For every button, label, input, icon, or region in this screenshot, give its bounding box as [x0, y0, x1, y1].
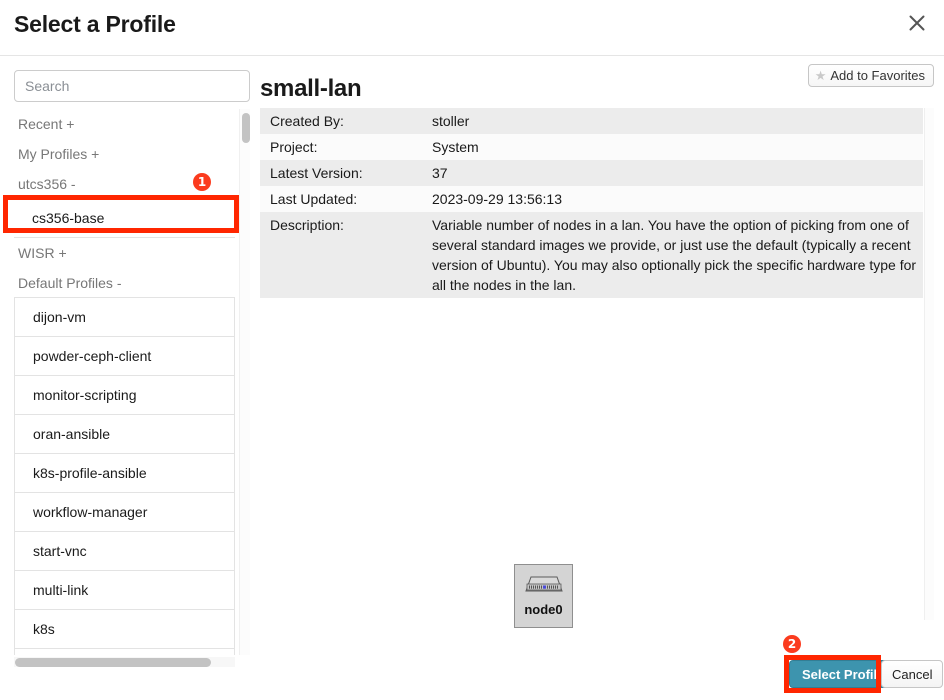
sidebar-horizontal-scroll-thumb[interactable]	[15, 658, 211, 667]
detail-key: Project:	[260, 134, 432, 160]
detail-key: Description:	[260, 212, 432, 298]
sidebar-item-start-vnc[interactable]: start-vnc	[14, 532, 235, 571]
sidebar-group-recent[interactable]: Recent +	[14, 109, 235, 139]
sidebar-item-workflow-manager[interactable]: workflow-manager	[14, 493, 235, 532]
sidebar-item-k8s-profile-ansible[interactable]: k8s-profile-ansible	[14, 454, 235, 493]
sidebar-group-label: My Profiles +	[18, 146, 100, 162]
table-row: Description: Variable number of nodes in…	[260, 212, 923, 298]
server-node-icon	[523, 565, 565, 597]
close-icon	[908, 14, 926, 32]
add-to-favorites-label: Add to Favorites	[830, 68, 925, 83]
profile-item-label: multi-link	[33, 582, 89, 598]
add-to-favorites-button[interactable]: ★ Add to Favorites	[807, 64, 934, 87]
profile-item-label: cs356-base	[32, 210, 105, 226]
profile-item-label: workflow-manager	[33, 504, 148, 520]
sidebar-group-label: WISR +	[18, 245, 67, 261]
sidebar-item-dijon-vm[interactable]: dijon-vm	[14, 298, 235, 337]
profile-detail-pane: ★ Add to Favorites small-lan Created By:…	[258, 62, 934, 622]
detail-value: System	[432, 134, 923, 160]
sidebar-group-label: Default Profiles -	[18, 275, 122, 291]
topology-node-label: node0	[524, 602, 563, 617]
table-row: Latest Version: 37	[260, 160, 923, 186]
detail-value: Variable number of nodes in a lan. You h…	[432, 212, 923, 298]
annotation-badge-1: 1	[193, 173, 211, 191]
sidebar-item-cs356-base[interactable]: cs356-base	[14, 199, 235, 238]
profile-item-label: k8s-profile-ansible	[33, 465, 147, 481]
profile-item-label: dijon-vm	[33, 309, 86, 325]
detail-value: 37	[432, 160, 923, 186]
sidebar-group-default-profiles[interactable]: Default Profiles -	[14, 268, 235, 298]
profile-name-heading: small-lan	[260, 75, 362, 102]
sidebar-group-label: utcs356 -	[18, 176, 76, 192]
profile-details-table: Created By: stoller Project: System Late…	[260, 108, 923, 298]
star-icon: ★	[814, 68, 827, 83]
description-text: Variable number of nodes in a lan. You h…	[432, 217, 917, 293]
profile-item-label: start-vnc	[33, 543, 87, 559]
detail-key: Created By:	[260, 108, 432, 134]
sidebar-group-label: Recent +	[18, 116, 75, 132]
detail-key: Last Updated:	[260, 186, 432, 212]
close-button[interactable]	[900, 6, 934, 40]
detail-value: 2023-09-29 13:56:13	[432, 186, 923, 212]
sidebar-horizontal-scrollbar[interactable]	[14, 657, 235, 667]
sidebar-group-wisr[interactable]: WISR +	[14, 238, 235, 268]
detail-vertical-scrollbar[interactable]	[924, 108, 934, 620]
profile-item-label: powder-ceph-client	[33, 348, 152, 364]
detail-value: stoller	[432, 108, 923, 134]
sidebar-item-multi-link[interactable]: multi-link	[14, 571, 235, 610]
annotation-badge-2: 2	[783, 635, 801, 653]
profile-sidebar: Recent + My Profiles + utcs356 - cs356-b…	[14, 70, 250, 688]
sidebar-vertical-scrollbar[interactable]	[239, 109, 250, 655]
sidebar-item-monitor-scripting[interactable]: monitor-scripting	[14, 376, 235, 415]
table-row: Created By: stoller	[260, 108, 923, 134]
sidebar-item-ovs-of-lan[interactable]: ovs-of-lan	[14, 649, 235, 655]
modal-header: Select a Profile	[0, 0, 944, 56]
detail-key: Latest Version:	[260, 160, 432, 186]
table-row: Last Updated: 2023-09-29 13:56:13	[260, 186, 923, 212]
profile-item-label: monitor-scripting	[33, 387, 137, 403]
sidebar-item-powder-ceph-client[interactable]: powder-ceph-client	[14, 337, 235, 376]
sidebar-group-my-profiles[interactable]: My Profiles +	[14, 139, 235, 169]
sidebar-item-k8s[interactable]: k8s	[14, 610, 235, 649]
table-row: Project: System	[260, 134, 923, 160]
cancel-button[interactable]: Cancel	[881, 660, 944, 688]
page-title: Select a Profile	[14, 11, 176, 37]
profile-item-label: k8s	[33, 621, 55, 637]
topology-node-node0[interactable]: node0	[514, 564, 573, 628]
profile-list-wrapper: Recent + My Profiles + utcs356 - cs356-b…	[14, 109, 250, 667]
sidebar-vertical-scroll-thumb[interactable]	[242, 113, 250, 143]
profile-item-label: oran-ansible	[33, 426, 111, 442]
sidebar-item-oran-ansible[interactable]: oran-ansible	[14, 415, 235, 454]
search-input[interactable]	[14, 70, 250, 102]
